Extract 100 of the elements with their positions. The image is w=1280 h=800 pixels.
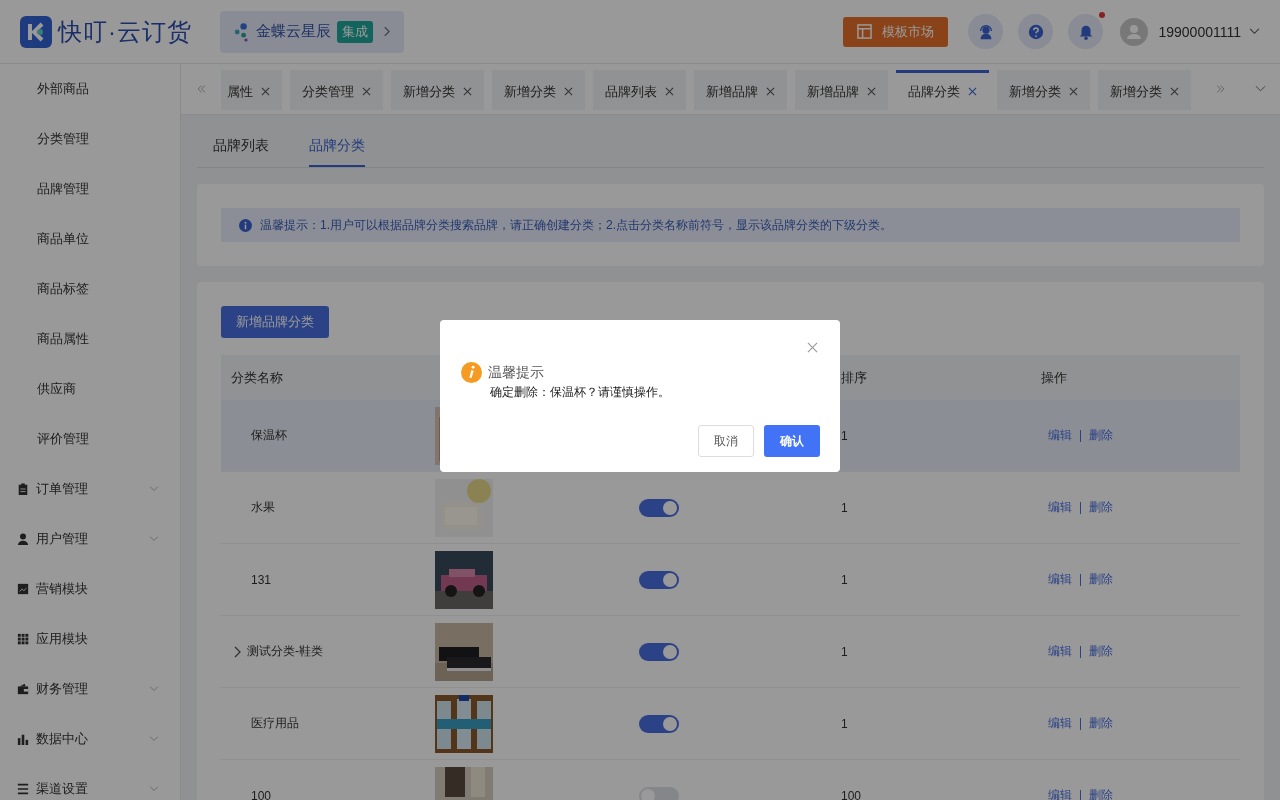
close-icon[interactable] <box>665 87 674 96</box>
close-icon[interactable] <box>1069 87 1078 96</box>
page-tab[interactable]: 新增分类 <box>391 70 484 110</box>
close-icon[interactable] <box>261 87 270 96</box>
edit-link[interactable]: 编辑 <box>1048 571 1072 588</box>
sidebar-item[interactable]: 渠道设置 <box>0 764 180 800</box>
page-tab[interactable]: 新增分类 <box>997 70 1090 110</box>
partner-link[interactable]: 金蝶云星辰 集成 <box>220 10 404 53</box>
sidebar-item[interactable]: 数据中心 <box>0 714 180 764</box>
toggle-switch[interactable] <box>639 642 679 661</box>
category-name: 131 <box>250 572 272 587</box>
confirm-button[interactable]: 确认 <box>764 425 820 457</box>
edit-link[interactable]: 编辑 <box>1048 499 1072 516</box>
table-row[interactable]: 测试分类-鞋类 1 编辑 删除 <box>221 616 1240 688</box>
chevron-icon <box>1249 28 1260 35</box>
user-icon <box>17 533 29 545</box>
info-icon <box>239 218 252 232</box>
grid-icon <box>17 633 29 645</box>
sub-tab[interactable]: 品牌列表 <box>213 127 269 167</box>
toggle-switch[interactable] <box>639 570 679 589</box>
toggle-switch[interactable] <box>639 498 679 517</box>
sub-tab[interactable]: 品牌分类 <box>309 127 365 167</box>
column-header: 操作 <box>1041 368 1067 387</box>
info-icon <box>461 362 482 383</box>
app-name: 快叮·云订货 <box>58 16 192 47</box>
chevron-icon <box>383 26 390 37</box>
close-icon[interactable] <box>1170 87 1179 96</box>
list-icon <box>17 783 29 795</box>
sidebar-item[interactable]: 用户管理 <box>0 514 180 564</box>
table-row[interactable]: 医疗用品 1 编辑 删除 <box>221 688 1240 760</box>
delete-link[interactable]: 删除 <box>1089 499 1113 516</box>
close-icon[interactable] <box>968 87 977 96</box>
bars-icon <box>17 733 29 745</box>
clipboard-icon <box>17 483 29 495</box>
close-icon[interactable] <box>766 87 775 96</box>
page-tab[interactable]: 新增分类 <box>492 70 585 110</box>
sidebar-item[interactable]: 商品标签 <box>0 264 180 314</box>
category-name: 水果 <box>250 499 275 516</box>
category-name: 医疗用品 <box>250 715 299 732</box>
tip-text: 温馨提示：1.用户可以根据品牌分类搜索品牌，请正确创建分类；2.点击分类名称前符号，显示该品牌分类的下级分类。 <box>260 216 892 234</box>
help-icon <box>1026 22 1045 41</box>
sort-value: 1 <box>841 572 848 587</box>
sort-value: 1 <box>841 644 848 659</box>
column-header: 排序 <box>841 368 867 387</box>
user-menu[interactable]: 19900001111 <box>1158 23 1260 40</box>
sidebar-item[interactable]: 商品属性 <box>0 314 180 364</box>
category-name: 100 <box>250 788 272 800</box>
wallet-icon <box>17 683 29 695</box>
delete-link[interactable]: 删除 <box>1089 787 1113 800</box>
sort-value: 1 <box>841 500 848 515</box>
partner-name: 金蝶云星辰 <box>256 22 331 41</box>
help-button[interactable] <box>1018 14 1054 49</box>
close-icon[interactable] <box>463 87 472 96</box>
table-row[interactable]: 水果 1 编辑 删除 <box>221 472 1240 544</box>
sidebar-item[interactable]: 商品单位 <box>0 214 180 264</box>
edit-link[interactable]: 编辑 <box>1048 787 1072 800</box>
sidebar-item[interactable]: 分类管理 <box>0 114 180 164</box>
close-icon[interactable] <box>362 87 371 96</box>
page-tab[interactable]: 品牌列表 <box>593 70 686 110</box>
sidebar-item[interactable]: 评价管理 <box>0 414 180 464</box>
delete-link[interactable]: 删除 <box>1089 715 1113 732</box>
close-icon[interactable] <box>807 342 818 353</box>
sidebar-item[interactable]: 品牌管理 <box>0 164 180 214</box>
category-name: 保温杯 <box>250 427 287 444</box>
layout-icon <box>857 24 873 39</box>
logo-icon <box>20 15 52 48</box>
delete-link[interactable]: 删除 <box>1089 643 1113 660</box>
cancel-button[interactable]: 取消 <box>698 425 754 457</box>
edit-link[interactable]: 编辑 <box>1048 427 1072 444</box>
page-tab[interactable]: 新增品牌 <box>694 70 787 110</box>
sidebar-item[interactable]: 应用模块 <box>0 614 180 664</box>
avatar-icon <box>1120 17 1149 46</box>
chevron-icon[interactable] <box>233 645 241 658</box>
dialog-message: 确定删除：保温杯？请谨慎操作。 <box>489 384 671 401</box>
page-tab[interactable]: 新增分类 <box>1098 70 1191 110</box>
close-icon[interactable] <box>867 87 876 96</box>
add-brand-category-button[interactable]: 新增品牌分类 <box>221 306 329 338</box>
edit-link[interactable]: 编辑 <box>1048 715 1072 732</box>
delete-link[interactable]: 删除 <box>1089 571 1113 588</box>
page-tab[interactable]: 分类管理 <box>290 70 383 110</box>
sidebar-item[interactable]: 营销模块 <box>0 564 180 614</box>
double-chevron-icon <box>195 84 207 94</box>
support-button[interactable] <box>968 14 1004 49</box>
delete-link[interactable]: 删除 <box>1089 427 1113 444</box>
chevron-icon <box>1254 84 1266 94</box>
sidebar-item[interactable]: 财务管理 <box>0 664 180 714</box>
page-tab[interactable]: 属性 <box>221 70 282 110</box>
notifications-button[interactable] <box>1068 14 1104 49</box>
toggle-switch[interactable] <box>639 714 679 733</box>
sidebar-item[interactable]: 外部商品 <box>0 64 180 114</box>
integration-badge: 集成 <box>337 20 373 43</box>
chart-icon <box>17 583 29 595</box>
close-icon[interactable] <box>564 87 573 96</box>
sidebar-item[interactable]: 订单管理 <box>0 464 180 514</box>
edit-link[interactable]: 编辑 <box>1048 643 1072 660</box>
dots-icon <box>234 20 250 43</box>
page-tab[interactable]: 新增品牌 <box>795 70 888 110</box>
table-row[interactable]: 100 100 编辑 删除 <box>221 760 1240 800</box>
table-row[interactable]: 131 1 编辑 删除 <box>221 544 1240 616</box>
sidebar-item[interactable]: 供应商 <box>0 364 180 414</box>
